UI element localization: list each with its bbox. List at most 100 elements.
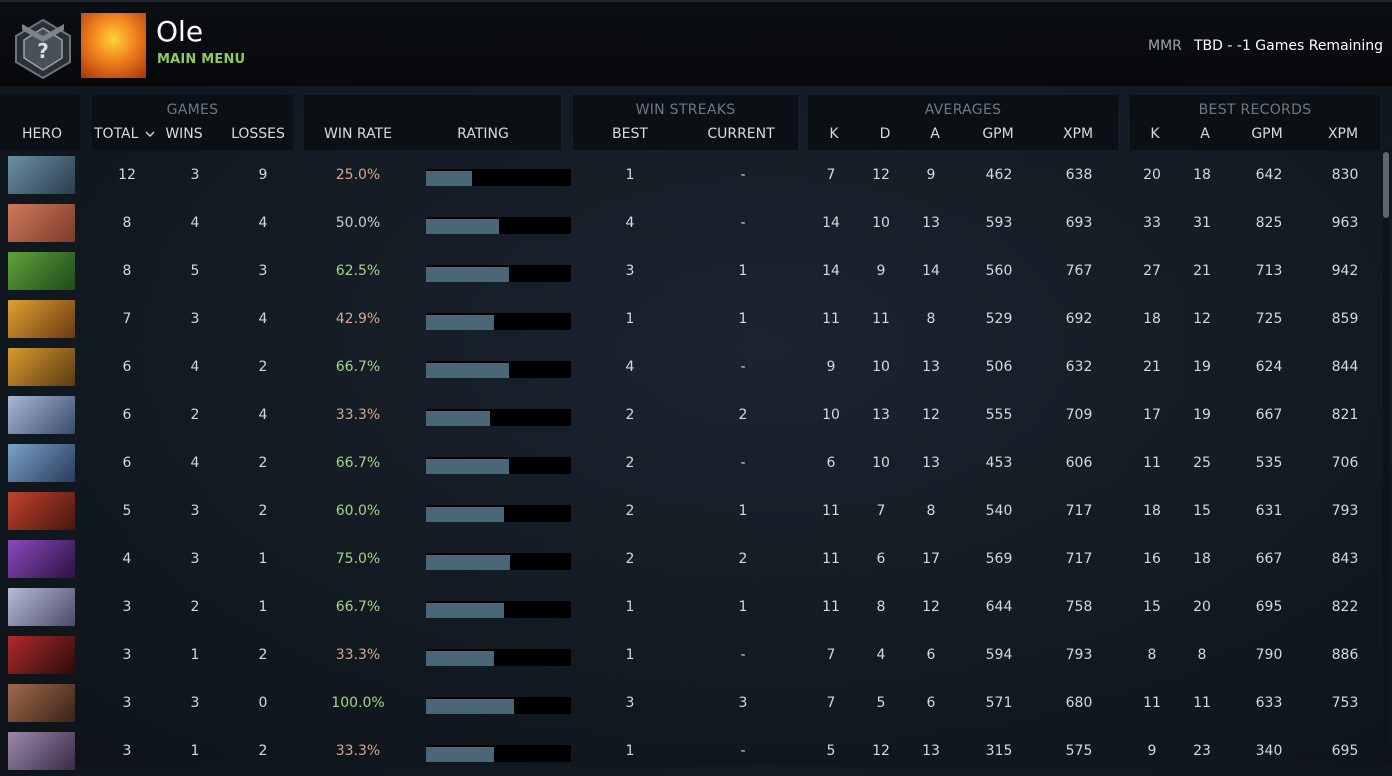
cell-losses: 2 <box>258 455 268 471</box>
cell-avg-d: 8 <box>876 599 886 615</box>
cell-current-streak: 1 <box>738 311 748 327</box>
scrollbar-track[interactable] <box>1383 150 1389 766</box>
cell-avg-d: 13 <box>872 407 890 423</box>
player-name[interactable]: Ole <box>156 18 203 46</box>
hero-portrait[interactable] <box>8 588 75 626</box>
hero-portrait[interactable] <box>8 156 75 194</box>
chevron-down-icon <box>145 131 155 137</box>
cell-best-streak: 4 <box>625 359 635 375</box>
cell-win-rate: 50.0% <box>335 215 381 231</box>
col-avg-xpm[interactable]: XPM <box>1053 126 1103 142</box>
table-row[interactable]: 3 3 0 3 3 7 5 6 571 680 11 11 633 753 100.0% <box>0 680 1380 728</box>
cell-best-k: 27 <box>1143 263 1161 279</box>
table-row[interactable]: 6 4 2 2 - 6 10 13 453 606 11 25 535 706 66.7% <box>0 440 1380 488</box>
cell-avg-xpm: 709 <box>1065 407 1093 423</box>
cell-total: 3 <box>122 647 132 663</box>
cell-avg-k: 7 <box>826 695 836 711</box>
col-avg-gpm[interactable]: GPM <box>973 126 1023 142</box>
cell-best-k: 21 <box>1143 359 1161 375</box>
rating-bar <box>426 601 571 618</box>
cell-avg-a: 13 <box>922 359 940 375</box>
rating-bar <box>426 313 571 330</box>
hero-portrait[interactable] <box>8 204 75 242</box>
table-row[interactable]: 3 1 2 1 - 7 4 6 594 793 8 8 790 886 33.3% <box>0 632 1380 680</box>
cell-best-k: 18 <box>1143 311 1161 327</box>
cell-win-rate: 66.7% <box>335 599 381 615</box>
rating-bar-fill <box>426 411 490 426</box>
cell-avg-gpm: 560 <box>985 263 1013 279</box>
cell-wins: 4 <box>190 359 200 375</box>
cell-current-streak: 1 <box>738 263 748 279</box>
hero-portrait[interactable] <box>8 348 75 386</box>
cell-wins: 3 <box>190 695 200 711</box>
cell-best-k: 18 <box>1143 503 1161 519</box>
cell-win-rate: 33.3% <box>335 407 381 423</box>
cell-avg-a: 12 <box>922 407 940 423</box>
top-bar: ? Ole MAIN MENU MMR TBD - -1 Games Remai… <box>0 0 1392 86</box>
cell-best-a: 19 <box>1193 407 1211 423</box>
cell-avg-xpm: 717 <box>1065 503 1093 519</box>
col-best-gpm[interactable]: GPM <box>1242 126 1292 142</box>
table-row[interactable]: 6 4 2 4 - 9 10 13 506 632 21 19 624 844 66.7% <box>0 344 1380 392</box>
col-best-k[interactable]: K <box>1141 126 1169 142</box>
hero-portrait[interactable] <box>8 732 75 770</box>
hero-portrait[interactable] <box>8 444 75 482</box>
cell-best-streak: 1 <box>625 743 635 759</box>
hero-portrait[interactable] <box>8 300 75 338</box>
hero-portrait[interactable] <box>8 492 75 530</box>
mmr-value: TBD - -1 Games Remaining <box>1194 38 1384 54</box>
cell-best-k: 17 <box>1143 407 1161 423</box>
main-menu-link[interactable]: MAIN MENU <box>157 52 245 67</box>
col-win-rate[interactable]: WIN RATE <box>316 126 400 142</box>
col-avg-a[interactable]: A <box>921 126 949 142</box>
rating-bar <box>426 217 571 234</box>
col-avg-d[interactable]: D <box>871 126 899 142</box>
table-row[interactable]: 12 3 9 1 - 7 12 9 462 638 20 18 642 830 25.0% <box>0 152 1380 200</box>
cell-avg-k: 5 <box>826 743 836 759</box>
col-avg-k[interactable]: K <box>820 126 848 142</box>
table-row[interactable]: 7 3 4 1 1 11 11 8 529 692 18 12 725 859 42.9% <box>0 296 1380 344</box>
hero-portrait[interactable] <box>8 252 75 290</box>
cell-best-gpm: 667 <box>1255 407 1283 423</box>
player-avatar[interactable] <box>81 13 146 78</box>
group-games: GAMES <box>166 102 219 118</box>
cell-avg-gpm: 453 <box>985 455 1013 471</box>
table-row[interactable]: 3 1 2 1-5 12 13 315 575 9 23 340 695 33.3% <box>0 728 1380 776</box>
cell-best-gpm: 667 <box>1255 551 1283 567</box>
hero-portrait[interactable] <box>8 396 75 434</box>
cell-losses: 4 <box>258 215 268 231</box>
cell-avg-a: 6 <box>926 695 936 711</box>
table-row[interactable]: 8 5 3 3 1 14 9 14 560 767 27 21 713 942 62.5% <box>0 248 1380 296</box>
rating-bar-fill <box>426 171 472 186</box>
col-hero[interactable]: HERO <box>12 126 72 142</box>
cell-current-streak: 2 <box>738 551 748 567</box>
cell-avg-gpm: 540 <box>985 503 1013 519</box>
cell-avg-d: 10 <box>872 215 890 231</box>
cell-best-k: 15 <box>1143 599 1161 615</box>
cell-losses: 2 <box>258 359 268 375</box>
table-row[interactable]: 3 2 1 1 1 11 8 12 644 758 15 20 695 822 66.7% <box>0 584 1380 632</box>
rating-bar-fill <box>426 651 494 666</box>
table-row[interactable]: 6 2 4 2 2 10 13 12 555 709 17 19 667 821 33.3% <box>0 392 1380 440</box>
cell-best-gpm: 790 <box>1255 647 1283 663</box>
col-total[interactable]: TOTAL <box>94 126 160 142</box>
col-current-streak[interactable]: CURRENT <box>696 126 786 142</box>
cell-best-gpm: 340 <box>1255 743 1283 759</box>
hero-portrait[interactable] <box>8 636 75 674</box>
col-best-a[interactable]: A <box>1191 126 1219 142</box>
col-best-streak[interactable]: BEST <box>600 126 660 142</box>
cell-wins: 3 <box>190 551 200 567</box>
col-rating[interactable]: RATING <box>440 126 526 142</box>
cell-win-rate: 42.9% <box>335 311 381 327</box>
col-wins[interactable]: WINS <box>160 126 208 142</box>
scrollbar-thumb[interactable] <box>1383 152 1389 218</box>
hero-portrait[interactable] <box>8 540 75 578</box>
table-row[interactable]: 4 3 1 2 2 11 6 17 569 717 16 18 667 843 75.0% <box>0 536 1380 584</box>
table-row[interactable]: 5 3 2 2 1 11 7 8 540 717 18 15 631 793 60.0% <box>0 488 1380 536</box>
table-row[interactable]: 8 4 4 4 - 14 10 13 593 693 33 31 825 963 50.0% <box>0 200 1380 248</box>
col-losses[interactable]: LOSSES <box>222 126 294 142</box>
col-best-xpm[interactable]: XPM <box>1318 126 1368 142</box>
cell-win-rate: 100.0% <box>331 695 385 711</box>
cell-best-a: 23 <box>1193 743 1211 759</box>
hero-portrait[interactable] <box>8 684 75 722</box>
